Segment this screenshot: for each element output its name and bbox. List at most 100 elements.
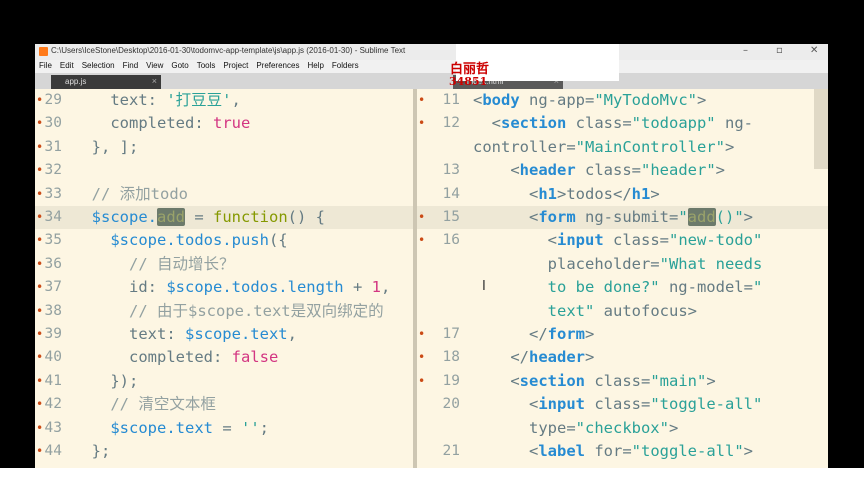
menu-view[interactable]: View [142,60,167,70]
code-line[interactable]: • 38 // 由于$scope.text是双向绑定的 [35,300,413,323]
code-line[interactable]: • 34 $scope.add = function() { [35,206,413,229]
code-token: "toggle-all" [650,395,763,414]
code-token: section [501,114,567,133]
code-line[interactable]: • 18 </header> [417,346,828,369]
menu-goto[interactable]: Goto [167,60,192,70]
code-text: to be done?" ng-model=" [473,276,763,299]
minimize-button[interactable]: – [743,45,748,56]
menu-bar: File Edit Selection Find View Goto Tools Projec… [35,60,828,73]
code-line[interactable]: text" autofocus> [417,300,828,323]
line-number: 15 [442,209,460,225]
code-line[interactable]: 14 <h1>todos</h1> [417,183,828,206]
code-token: "What needs [659,254,763,273]
code-token: > [743,442,753,460]
code-token: < [473,208,539,226]
code-token: // 添加todo [73,184,188,203]
code-line[interactable]: 13 <header class="header"> [417,159,828,182]
menu-folders[interactable]: Folders [328,60,363,70]
code-line[interactable]: • 42 // 清空文本框 [35,393,413,416]
code-line[interactable]: • 30 completed: true [35,112,413,135]
code-line[interactable]: • 35 $scope.todos.push({ [35,229,413,252]
code-line[interactable]: placeholder="What needs [417,253,828,276]
code-token: "main" [650,371,707,390]
code-token: $scope.text [73,418,213,437]
code-token: // 清空文本框 [73,395,216,414]
tab-close-icon[interactable]: × [152,76,157,86]
code-line[interactable]: • 17 </form> [417,323,828,346]
close-button[interactable]: ✕ [810,45,818,56]
right-editor-pane[interactable]: • 11 <body ng-app="MyTodoMvc"> • 12 <section… [417,89,828,468]
code-token: h1 [631,184,651,203]
code-text: text: $scope.text, [73,323,297,346]
code-token: = [185,208,213,226]
overlay-number: 34851 [449,75,488,88]
code-token: }); [73,371,139,390]
code-line[interactable]: controller="MainController"> [417,136,828,159]
line-number: 34 [44,209,62,225]
code-token: false [231,348,279,367]
code-line[interactable]: • 19 <section class="main"> [417,370,828,393]
code-line[interactable]: • 29 text: '打豆豆', [35,89,413,112]
code-token: > [715,161,725,180]
code-line[interactable]: • 41 }); [35,370,413,393]
code-token: () { [287,208,325,226]
code-token: }, ]; [73,137,139,156]
code-line[interactable]: • 40 completed: false [35,346,413,369]
code-line[interactable]: • 36 // 自动增长？ [35,253,413,276]
code-line[interactable]: • 44 }; [35,440,413,463]
menu-selection[interactable]: Selection [78,60,119,70]
code-token: text" [473,301,595,320]
code-text: <form ng-submit="add()"> [473,206,753,229]
line-number: 19 [442,372,460,389]
code-token: '打豆豆' [166,91,232,109]
code-line[interactable]: 20 <input class="toggle-all" [417,393,828,416]
code-text: <input class="new-todo" [473,229,763,252]
code-token: " [678,208,688,226]
menu-preferences[interactable]: Preferences [252,60,303,70]
code-line[interactable]: • 39 text: $scope.text, [35,323,413,346]
code-line[interactable]: 21 <label for="toggle-all"> [417,440,828,463]
code-line[interactable]: • 11 <body ng-app="MyTodoMvc"> [417,89,828,112]
menu-project[interactable]: Project [219,60,252,70]
code-token: > [650,184,660,203]
code-token: ng-submit= [575,208,679,226]
code-token: class= [575,161,641,180]
code-text: // 添加todo [73,183,188,206]
code-line[interactable]: • 37 id: $scope.todos.length + 1, [35,276,413,299]
text-cursor-icon: I [482,279,486,294]
bottom-strip [0,468,864,486]
code-token: type= [473,418,576,437]
code-line[interactable]: • 15 <form ng-submit="add()"> [417,206,828,229]
code-token: > [585,348,595,367]
code-token: id: [73,278,167,297]
maximize-button[interactable]: ▫ [776,45,783,56]
menu-find[interactable]: Find [119,60,143,70]
code-line[interactable]: • 31 }, ]; [35,136,413,159]
line-number: 29 [44,92,62,108]
menu-file[interactable]: File [35,60,56,70]
code-line[interactable]: • 33 // 添加todo [35,183,413,206]
line-number: 32 [44,162,62,179]
left-editor-pane[interactable]: • 29 text: '打豆豆', • 30 completed: true • 31 }… [35,89,413,468]
code-token: add [157,208,185,226]
menu-tools[interactable]: Tools [193,60,220,70]
code-token: // 由于$scope.text是双向绑定的 [73,301,384,320]
code-text: </header> [473,346,594,369]
code-token: , [231,91,241,109]
code-line[interactable]: • 12 <section class="todoapp" ng- [417,112,828,135]
code-line[interactable]: to be done?" ng-model=" [417,276,828,299]
code-line[interactable]: • 16 <input class="new-todo" [417,229,828,252]
menu-help[interactable]: Help [303,60,327,70]
code-text: $scope.text = ''; [73,417,269,440]
code-line[interactable]: • 32 [35,159,413,182]
code-token: for= [585,442,632,460]
tab-app-js[interactable]: app.js × [51,75,161,89]
code-line[interactable]: type="checkbox"> [417,417,828,440]
code-token: </ [473,325,548,343]
code-text: placeholder="What needs [473,253,763,276]
code-text: completed: true [73,112,250,135]
code-line[interactable]: • 43 $scope.text = ''; [35,417,413,440]
code-token: // 自动增长？ [73,254,235,273]
code-token: ng- [715,114,753,133]
menu-edit[interactable]: Edit [56,60,78,70]
